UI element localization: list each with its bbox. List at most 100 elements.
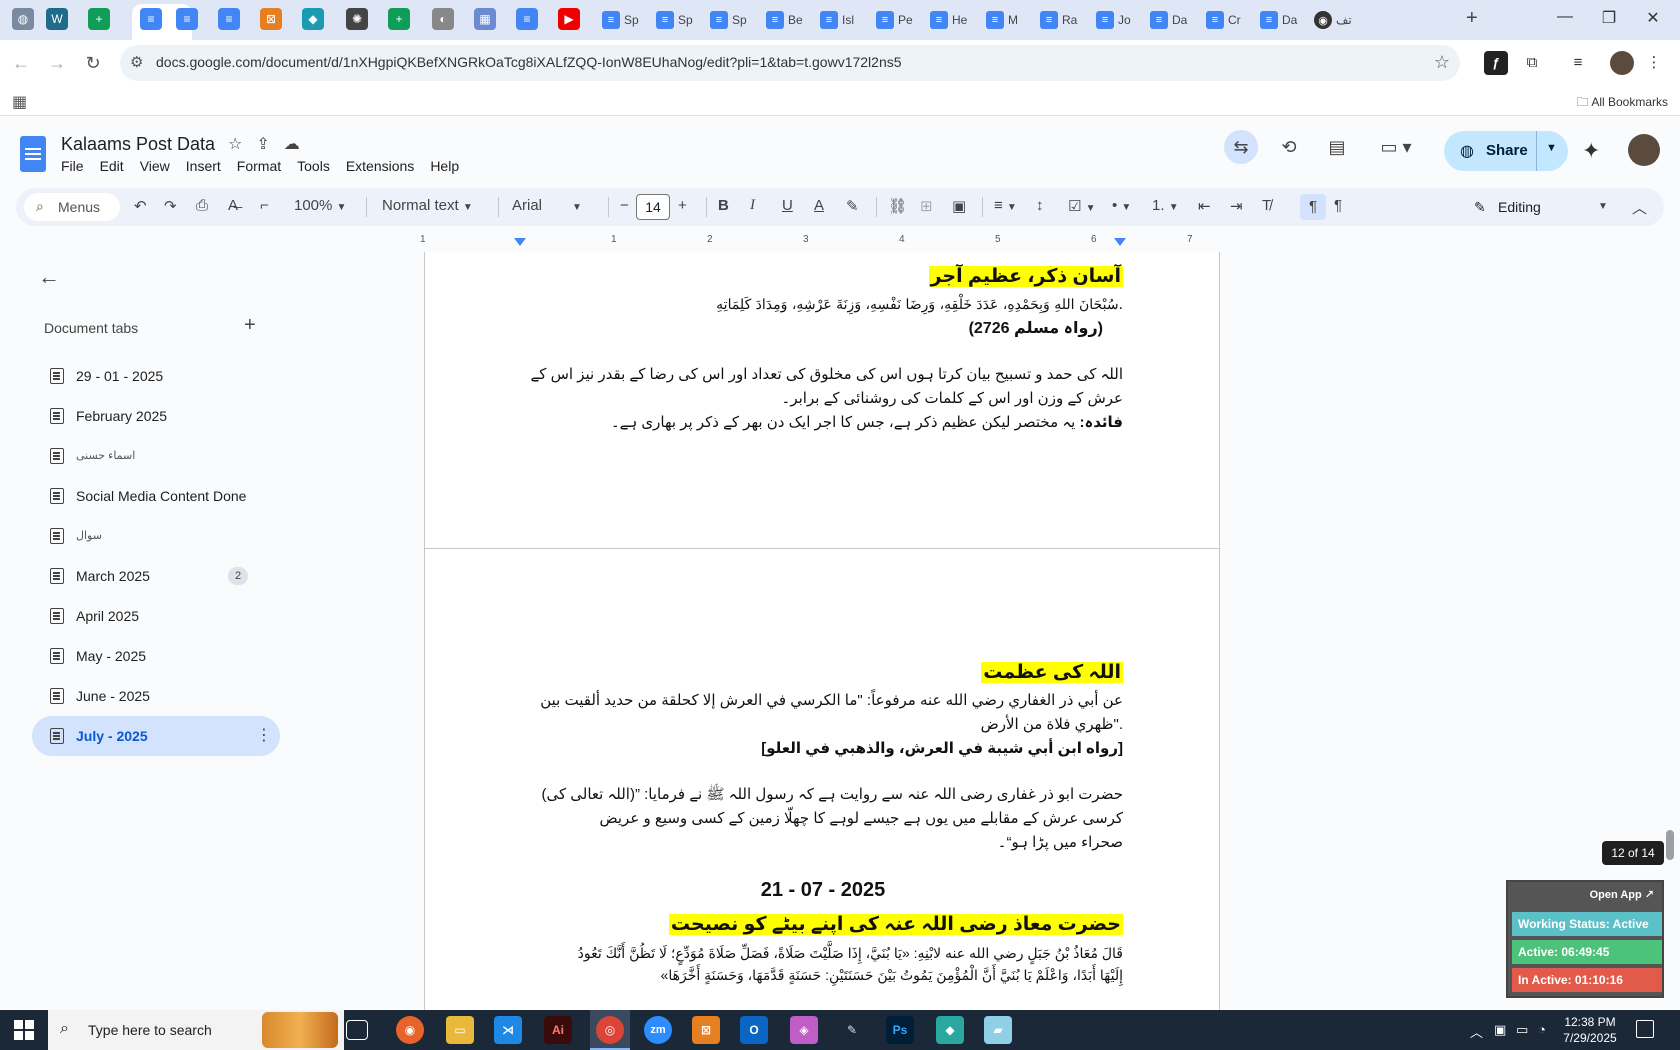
profile-avatar[interactable] — [1610, 51, 1634, 75]
account-avatar[interactable] — [1628, 134, 1660, 166]
decrease-font-icon[interactable]: − — [620, 197, 629, 214]
font-select[interactable]: Arial ▼ — [512, 197, 582, 214]
menu-help[interactable]: Help — [430, 158, 467, 174]
task-view-icon[interactable] — [346, 1020, 368, 1040]
globe-tab-icon[interactable]: ◐ — [432, 8, 454, 30]
italic-icon[interactable]: I — [750, 197, 755, 214]
numbered-list-icon[interactable]: 1. ▼ — [1152, 197, 1179, 214]
browser-tab[interactable]: ≡ Isl — [820, 8, 854, 32]
docs-tab-icon[interactable]: ≡ — [218, 8, 240, 30]
doc-tab[interactable]: May - 2025 — [32, 636, 280, 676]
back-arrow-icon[interactable]: ← — [38, 264, 60, 290]
browser-tab[interactable]: ≡ He — [930, 8, 967, 32]
menu-insert[interactable]: Insert — [186, 158, 229, 174]
highlight-icon[interactable]: ✎ — [846, 197, 859, 215]
print-icon[interactable]: ⎙ — [196, 197, 208, 214]
increase-indent-icon[interactable]: ⇥ — [1230, 197, 1243, 215]
doc-tab[interactable]: سوال — [32, 516, 280, 556]
meet-icon[interactable]: ▭ ▾ — [1372, 130, 1420, 164]
app-tab-icon[interactable]: ▦ — [474, 8, 496, 30]
bulleted-list-icon[interactable]: • ▼ — [1112, 197, 1131, 214]
menu-view[interactable]: View — [140, 158, 178, 174]
reload-icon[interactable]: ↻ — [80, 50, 106, 76]
sheets-tab-icon[interactable]: + — [88, 8, 110, 30]
redo-icon[interactable]: ↷ — [164, 197, 177, 215]
browser-tab[interactable]: ≡ Be — [766, 8, 803, 32]
share-button[interactable]: ◍ Share ▼ — [1444, 131, 1568, 171]
browser-tab[interactable]: ≡ Da — [1260, 8, 1297, 32]
zoom-select[interactable]: 100% ▼ — [294, 197, 346, 214]
doc-tab[interactable]: June - 2025 — [32, 676, 280, 716]
vscode-icon[interactable]: ⋊ — [494, 1016, 522, 1044]
bold-icon[interactable]: B — [718, 197, 729, 214]
doc-tab[interactable]: February 2025 — [32, 396, 280, 436]
menu-file[interactable]: File — [61, 158, 92, 174]
browser-tab[interactable]: ≡ Sp — [602, 8, 639, 32]
share-dropdown-icon[interactable]: ▼ — [1546, 142, 1557, 154]
wordpress-tab-icon[interactable]: W — [46, 8, 68, 30]
apps-grid-icon[interactable]: ▦ — [12, 92, 27, 112]
more-menu-icon[interactable]: ⋮ — [1642, 51, 1666, 75]
omnibox[interactable]: ⚙ docs.google.com/document/d/1nXHgpiQKBe… — [120, 45, 1460, 81]
increase-font-icon[interactable]: + — [678, 197, 687, 214]
insert-image-icon[interactable]: ▣ — [952, 197, 966, 215]
doc-tab-active[interactable]: July - 2025 ⋮ — [32, 716, 280, 756]
illustrator-icon[interactable]: Ai — [544, 1016, 572, 1044]
tray-expand-icon[interactable]: ︿ — [1470, 1022, 1483, 1041]
add-tab-icon[interactable]: + — [244, 314, 256, 337]
youtube-tab-icon[interactable]: ▶ — [558, 8, 580, 30]
clear-formatting-icon[interactable]: T̸ — [1262, 197, 1271, 214]
doc-tab[interactable]: اسماء حسنی — [32, 436, 280, 476]
firefox-icon[interactable]: ◉ — [396, 1016, 424, 1044]
site-info-icon[interactable]: ⚙ — [130, 53, 143, 71]
zoom-icon[interactable]: zm — [644, 1016, 672, 1044]
file-explorer-icon[interactable]: ▭ — [446, 1016, 474, 1044]
browser-tab[interactable]: ◉ تف — [1314, 8, 1352, 32]
line-spacing-icon[interactable]: ↕ — [1036, 197, 1044, 214]
browser-tab[interactable]: ≡ Sp — [656, 8, 693, 32]
spellcheck-icon[interactable]: A̶ — [228, 197, 238, 214]
checklist-icon[interactable]: ☑ ▼ — [1068, 197, 1096, 215]
bookmark-star-icon[interactable]: ☆ — [1434, 52, 1450, 73]
search-menus-input[interactable]: ⌕ Menus — [24, 193, 120, 221]
cloud-saved-icon[interactable]: ☁ — [284, 134, 300, 154]
browser-tab[interactable]: ≡ Pe — [876, 8, 913, 32]
media-control-icon[interactable]: ≡ — [1566, 51, 1590, 75]
more-options-icon[interactable]: ⋮ — [256, 725, 272, 745]
document-page[interactable]: اللہ کی عظمت عن أبي ذر الغفاري رضي الله … — [424, 548, 1220, 1010]
app-icon[interactable]: ◈ — [790, 1016, 818, 1044]
tray-app-icon[interactable]: ▣ — [1494, 1022, 1506, 1038]
browser-tab[interactable]: ≡ Ra — [1040, 8, 1077, 32]
docs-tab-icon[interactable]: ≡ — [516, 8, 538, 30]
docs-tab-icon[interactable]: ≡ — [140, 8, 162, 30]
text-color-icon[interactable]: A — [814, 197, 824, 214]
undo-icon[interactable]: ↶ — [134, 197, 147, 215]
notification-center-icon[interactable] — [1636, 1020, 1654, 1038]
document-title[interactable]: Kalaams Post Data — [61, 134, 215, 155]
chrome-icon[interactable]: ◎ — [596, 1016, 624, 1044]
taskbar-clock[interactable]: 12:38 PM 7/29/2025 — [1556, 1014, 1624, 1046]
underline-icon[interactable]: U — [782, 197, 793, 214]
sheets-tab-icon[interactable]: + — [388, 8, 410, 30]
photoshop-icon[interactable]: Ps — [886, 1016, 914, 1044]
vertical-scrollbar[interactable] — [1666, 830, 1674, 860]
paint-format-icon[interactable]: ⌐ — [260, 197, 269, 214]
open-app-link[interactable]: Open App ↗ — [1590, 888, 1654, 901]
add-comment-icon[interactable]: ⊞ — [920, 197, 933, 215]
chatgpt-tab-icon[interactable]: ✺ — [346, 8, 368, 30]
extensions-puzzle-icon[interactable]: ⧉ — [1520, 51, 1544, 75]
menu-format[interactable]: Format — [237, 158, 289, 174]
new-tab-button[interactable]: + — [1466, 6, 1478, 30]
restore-icon[interactable]: ❐ — [1594, 8, 1624, 28]
ltr-icon[interactable]: ¶ — [1300, 194, 1326, 220]
doc-tab[interactable]: Social Media Content Done — [32, 476, 280, 516]
pen-icon[interactable]: ✎ — [838, 1016, 866, 1044]
docs-tab-icon[interactable]: ≡ — [176, 8, 198, 30]
rtl-icon[interactable]: ¶ — [1334, 197, 1342, 214]
app-tab-icon[interactable]: ⊠ — [260, 8, 282, 30]
version-history-icon[interactable]: ⟲ — [1272, 130, 1306, 164]
link-icon[interactable]: ⛓ — [888, 197, 907, 215]
comments-icon[interactable]: ▤ — [1320, 130, 1354, 164]
menu-edit[interactable]: Edit — [100, 158, 132, 174]
style-select[interactable]: Normal text ▼ — [382, 197, 473, 214]
